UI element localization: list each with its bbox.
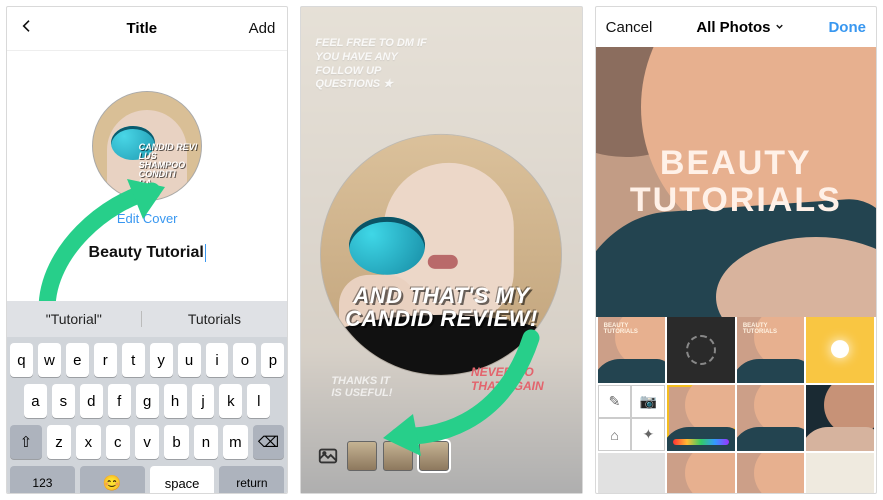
gallery-icon[interactable] — [315, 443, 341, 469]
photo-thumb[interactable]: BEAUTY TUTORIALS — [737, 317, 805, 383]
add-button[interactable]: Add — [249, 20, 276, 37]
key-k[interactable]: k — [219, 384, 242, 418]
cancel-button[interactable]: Cancel — [606, 19, 653, 36]
photo-thumb[interactable] — [806, 385, 874, 451]
photo-thumb[interactable] — [737, 385, 805, 451]
chevron-down-icon — [774, 19, 785, 36]
panel-title-editor: Title Add CANDID REVI LUS SHAMPOO CONDIT… — [6, 6, 288, 494]
photo-grid: BEAUTY TUTORIALS BEAUTY TUTORIALS ✎📷⌂✦ — [596, 317, 876, 493]
key-backspace[interactable]: ⌫ — [253, 425, 285, 459]
hero-text: BEAUTY TUTORIALS — [596, 47, 876, 317]
header-title: Title — [127, 20, 158, 37]
photo-thumb-selected[interactable] — [667, 385, 735, 451]
key-j[interactable]: j — [192, 384, 215, 418]
back-chevron-icon[interactable] — [19, 18, 35, 39]
title-body: CANDID REVI LUS SHAMPOO CONDITI BA Edit … — [7, 51, 287, 331]
photo-thumb[interactable] — [806, 317, 874, 383]
key-g[interactable]: g — [136, 384, 159, 418]
key-r[interactable]: r — [94, 343, 117, 377]
suggestion-1[interactable]: "Tutorial" — [7, 311, 142, 327]
selected-photo-preview[interactable]: BEAUTY TUTORIALS — [596, 47, 876, 317]
photo-thumb[interactable]: ✎📷⌂✦ — [598, 385, 666, 451]
key-x[interactable]: x — [76, 425, 100, 459]
kb-row-3: ⇧ z x c v b n m ⌫ — [10, 425, 284, 459]
key-q[interactable]: q — [10, 343, 33, 377]
key-s[interactable]: s — [52, 384, 75, 418]
key-return[interactable]: return — [219, 466, 284, 494]
kb-row-4: 123 😊 space return — [10, 466, 284, 494]
key-t[interactable]: t — [122, 343, 145, 377]
key-w[interactable]: w — [38, 343, 61, 377]
picker-header: Cancel All Photos Done — [596, 7, 876, 47]
photo-thumb[interactable] — [737, 453, 805, 493]
photo-thumb[interactable] — [667, 317, 735, 383]
ios-keyboard: q w e r t y u i o p a s d f g h j k l ⇧ … — [7, 337, 287, 493]
key-p[interactable]: p — [261, 343, 284, 377]
key-emoji[interactable]: 😊 — [80, 466, 145, 494]
kb-row-1: q w e r t y u i o p — [10, 343, 284, 377]
title-header: Title Add — [7, 7, 287, 51]
panel-photo-picker: Cancel All Photos Done BEAUTY TUTORIALS … — [595, 6, 877, 494]
album-title-label: All Photos — [696, 19, 770, 36]
key-b[interactable]: b — [164, 425, 188, 459]
key-e[interactable]: e — [66, 343, 89, 377]
key-v[interactable]: v — [135, 425, 159, 459]
key-space[interactable]: space — [150, 466, 215, 494]
photo-thumb[interactable]: BEAUTY TUTORIALS — [598, 317, 666, 383]
keyboard-suggestion-bar: "Tutorial" Tutorials — [7, 301, 287, 337]
key-n[interactable]: n — [194, 425, 218, 459]
album-selector[interactable]: All Photos — [696, 19, 784, 36]
annotation-arrow-icon — [381, 318, 541, 473]
done-button[interactable]: Done — [828, 19, 866, 36]
panel-story-cover-picker: FEEL FREE TO DM IF YOU HAVE ANY FOLLOW U… — [300, 6, 582, 494]
key-a[interactable]: a — [24, 384, 47, 418]
key-f[interactable]: f — [108, 384, 131, 418]
key-h[interactable]: h — [164, 384, 187, 418]
key-d[interactable]: d — [80, 384, 103, 418]
key-o[interactable]: o — [233, 343, 256, 377]
photo-thumb[interactable] — [806, 453, 874, 493]
key-u[interactable]: u — [178, 343, 201, 377]
frame-thumb-1[interactable] — [347, 441, 377, 471]
kb-row-2: a s d f g h j k l — [10, 384, 284, 418]
key-m[interactable]: m — [223, 425, 247, 459]
photo-thumb[interactable] — [598, 453, 666, 493]
key-c[interactable]: c — [106, 425, 130, 459]
photo-thumb[interactable] — [667, 453, 735, 493]
suggestion-2[interactable]: Tutorials — [142, 311, 288, 327]
key-z[interactable]: z — [47, 425, 71, 459]
key-numbers[interactable]: 123 — [10, 466, 75, 494]
key-y[interactable]: y — [150, 343, 173, 377]
key-l[interactable]: l — [247, 384, 270, 418]
key-shift[interactable]: ⇧ — [10, 425, 42, 459]
key-i[interactable]: i — [206, 343, 229, 377]
